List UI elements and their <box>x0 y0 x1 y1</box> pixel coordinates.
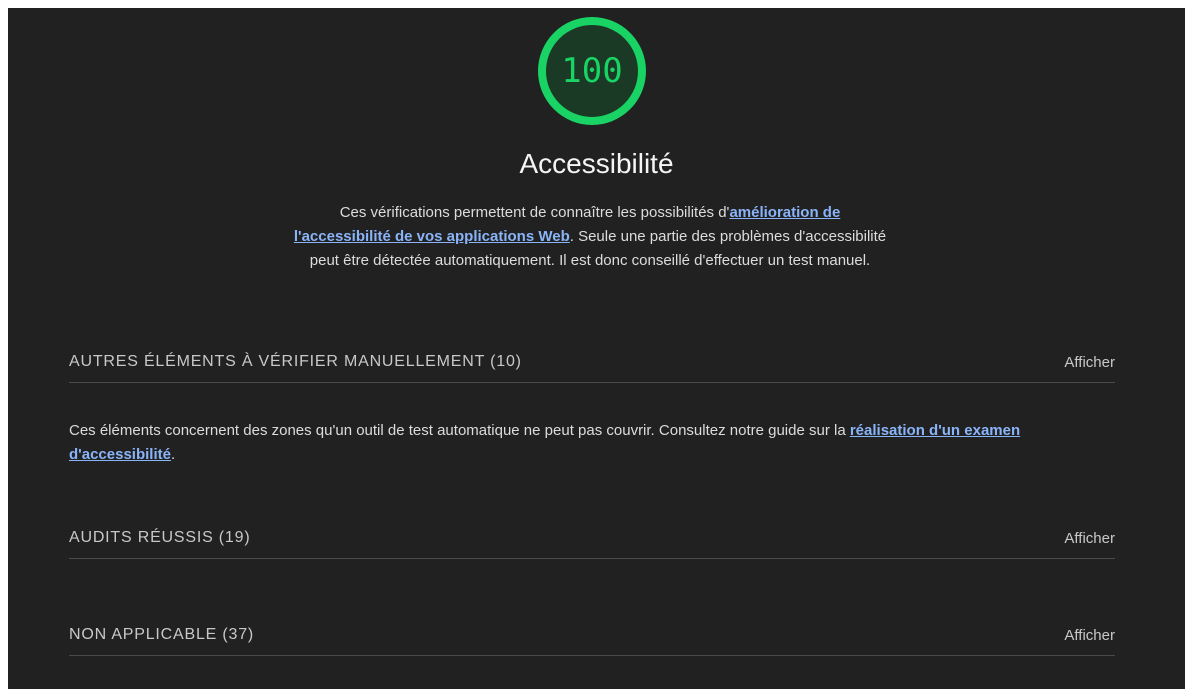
score-value: 100 <box>561 51 623 91</box>
accessibility-report-panel: 100 Accessibilité Ces vérifications perm… <box>8 8 1185 689</box>
manual-checks-show-toggle[interactable]: Afficher <box>1064 354 1115 371</box>
category-title: Accessibilité <box>519 148 674 179</box>
not-applicable-group-title: NON APPLICABLE (37) <box>69 626 255 643</box>
score-gauge: 100 <box>536 15 648 127</box>
description-text: Ces vérifications permettent de connaîtr… <box>339 204 730 221</box>
manual-checks-description-text: Ces éléments concernent des zones qu'un … <box>69 422 850 439</box>
passed-audits-group-header[interactable]: AUDITS RÉUSSIS (19) Afficher <box>69 518 1115 559</box>
passed-audits-group-title: AUDITS RÉUSSIS (19) <box>69 529 251 546</box>
passed-audits-show-toggle[interactable]: Afficher <box>1064 530 1115 547</box>
not-applicable-group-header[interactable]: NON APPLICABLE (37) Afficher <box>69 615 1115 656</box>
manual-checks-group-title: AUTRES ÉLÉMENTS À VÉRIFIER MANUELLEMENT … <box>69 353 522 370</box>
not-applicable-show-toggle[interactable]: Afficher <box>1064 627 1115 644</box>
manual-checks-group-header[interactable]: AUTRES ÉLÉMENTS À VÉRIFIER MANUELLEMENT … <box>69 342 1115 383</box>
category-description: Ces vérifications permettent de connaîtr… <box>290 201 890 273</box>
manual-checks-description-end: . <box>170 446 176 463</box>
manual-checks-description: Ces éléments concernent des zones qu'un … <box>69 419 1115 467</box>
